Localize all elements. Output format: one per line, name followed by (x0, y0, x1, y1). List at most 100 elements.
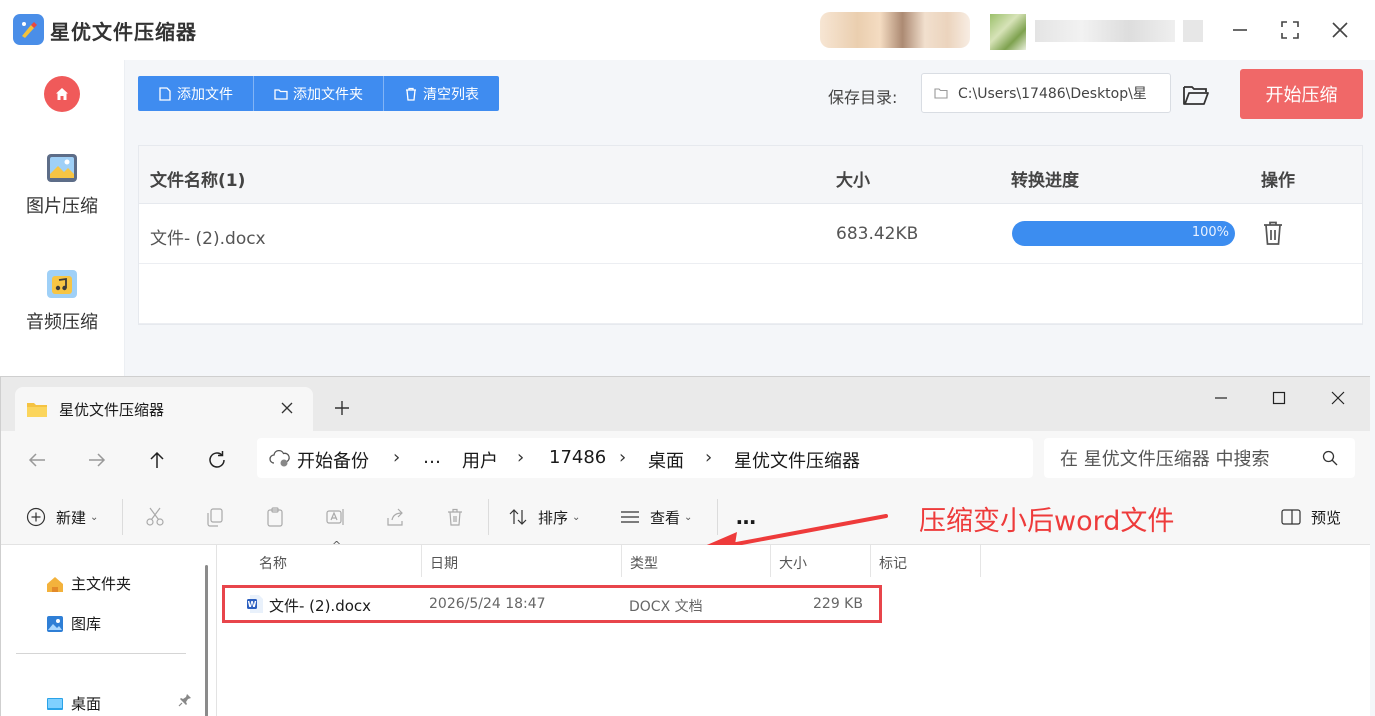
delete-row-icon[interactable] (1261, 220, 1285, 246)
save-dir-input[interactable]: C:\Users\17486\Desktop\星 (921, 73, 1171, 113)
browse-folder-icon[interactable] (1182, 82, 1210, 108)
word-document-icon: W (247, 595, 263, 613)
save-dir-label: 保存目录: (828, 88, 898, 107)
folder-icon (27, 403, 47, 417)
sort-button[interactable]: 排序 ⌄ (507, 505, 580, 529)
nav-label-desktop: 桌面 (71, 695, 102, 713)
fullscreen-button[interactable] (1276, 16, 1304, 44)
app-titlebar: 星优文件压缩器 (0, 0, 1375, 60)
file-icon (159, 86, 171, 101)
col-actions: 操作 (1261, 171, 1295, 191)
clear-list-button[interactable]: 清空列表 (384, 76, 499, 111)
home-icon[interactable] (44, 76, 80, 112)
new-button[interactable]: 新建 ⌄ (25, 505, 98, 529)
progress-label: 100% (1191, 225, 1229, 240)
preview-button[interactable]: 预览 (1280, 505, 1341, 529)
start-compress-button[interactable]: 开始压缩 (1240, 69, 1363, 119)
view-icon (621, 511, 639, 523)
add-folder-button[interactable]: 添加文件夹 (254, 76, 384, 111)
blurred-extra (1183, 20, 1203, 42)
explorer-maximize-button[interactable] (1264, 383, 1294, 413)
new-tab-icon[interactable] (331, 397, 353, 419)
paste-button[interactable] (264, 505, 286, 529)
explorer-tab-title: 星优文件压缩器 (59, 401, 165, 419)
nav-item-home[interactable]: 主文件夹 (45, 573, 131, 594)
nav-separator (16, 653, 186, 654)
minimize-button[interactable] (1226, 16, 1254, 44)
table-row[interactable]: 文件- (2).docx 683.42KB 100% (139, 204, 1362, 264)
back-arrow-icon[interactable] (25, 448, 49, 472)
breadcrumb-sep: › (619, 447, 627, 468)
clear-list-label: 清空列表 (423, 86, 479, 103)
forward-arrow-icon[interactable] (85, 448, 109, 472)
sidebar-item-image-compress[interactable]: 图片压缩 (0, 150, 124, 218)
explorer-window: 星优文件压缩器 开始备份 › … 用户 › 17486 › 桌面 › 星优文件压… (0, 376, 1370, 716)
clipboard-icon (267, 507, 283, 527)
explorer-close-button[interactable] (1323, 383, 1353, 413)
col-header-name[interactable]: 名称 (251, 545, 422, 577)
breadcrumb-desktop[interactable]: 桌面 (648, 447, 684, 473)
sidebar-item-audio-compress[interactable]: 音频压缩 (0, 266, 124, 334)
breadcrumb-users[interactable]: 用户 (462, 447, 498, 473)
delete-button[interactable] (444, 505, 466, 529)
add-file-button[interactable]: 添加文件 (138, 76, 254, 111)
preview-pane-icon (1281, 509, 1301, 525)
search-icon (1322, 450, 1338, 466)
pin-icon[interactable] (178, 693, 192, 707)
nav-pane-scrollbar[interactable] (205, 565, 208, 716)
col-header-tags[interactable]: 标记 (871, 545, 981, 577)
col-filename: 文件名称(1) (150, 171, 246, 191)
rename-icon (326, 509, 344, 525)
add-file-label: 添加文件 (177, 86, 233, 103)
folder-icon (274, 88, 288, 100)
close-button[interactable] (1326, 16, 1354, 44)
breadcrumb-sep: › (705, 447, 713, 468)
add-folder-label: 添加文件夹 (293, 86, 363, 103)
explorer-navbar: 开始备份 › … 用户 › 17486 › 桌面 › 星优文件压缩器 在 星优文… (1, 431, 1370, 489)
table-row-empty (139, 264, 1362, 324)
app-logo-icon (13, 14, 44, 45)
explorer-minimize-button[interactable] (1206, 383, 1236, 413)
search-placeholder: 在 星优文件压缩器 中搜索 (1060, 449, 1270, 470)
blurred-avatar (820, 12, 970, 48)
breadcrumb-sep: › (517, 447, 525, 468)
cloud-backup-icon (269, 449, 290, 467)
home-icon (47, 576, 63, 592)
breadcrumb-more[interactable]: … (423, 447, 441, 468)
breadcrumb-current-folder[interactable]: 星优文件压缩器 (734, 447, 860, 473)
gallery-icon (47, 615, 63, 632)
nav-item-desktop[interactable]: 桌面 (45, 693, 101, 714)
cut-button[interactable] (144, 505, 166, 529)
scissors-icon (146, 507, 164, 526)
save-dir-value: C:\Users\17486\Desktop\星 (958, 86, 1147, 102)
nav-label-gallery: 图库 (71, 615, 102, 633)
svg-text:W: W (248, 600, 257, 609)
col-header-date[interactable]: 日期 (422, 545, 622, 577)
file-date: 2026/5/24 18:47 (429, 596, 546, 612)
file-list-item[interactable]: W 文件- (2).docx 2026/5/24 18:47 DOCX 文档 2… (222, 585, 882, 623)
table-header: 文件名称(1) 大小 转换进度 操作 (139, 146, 1362, 204)
desktop-icon (47, 697, 63, 710)
explorer-tab[interactable]: 星优文件压缩器 (15, 387, 313, 431)
breadcrumb-backup[interactable]: 开始备份 (297, 447, 369, 473)
share-button[interactable] (384, 505, 406, 529)
copy-button[interactable] (204, 505, 226, 529)
file-button-group: 添加文件 添加文件夹 清空列表 (138, 76, 499, 111)
nav-item-gallery[interactable]: 图库 (45, 613, 101, 634)
new-label: 新建 (56, 508, 87, 527)
breadcrumb-user-id[interactable]: 17486 (549, 447, 606, 468)
close-tab-icon[interactable] (277, 398, 297, 418)
annotation-text: 压缩变小后word文件 (919, 506, 1175, 537)
rename-button[interactable] (324, 505, 346, 529)
nav-label-home: 主文件夹 (71, 575, 132, 593)
refresh-icon[interactable] (205, 448, 229, 472)
col-header-size[interactable]: 大小 (771, 545, 871, 577)
col-header-type[interactable]: 类型 (622, 545, 771, 577)
address-bar[interactable]: 开始备份 › … 用户 › 17486 › 桌面 › 星优文件压缩器 (257, 438, 1033, 478)
up-arrow-icon[interactable] (145, 448, 169, 472)
col-size: 大小 (836, 171, 870, 191)
search-input[interactable]: 在 星优文件压缩器 中搜索 (1044, 438, 1355, 478)
trash-icon (406, 87, 416, 101)
file-size: 229 KB (813, 596, 863, 612)
chevron-down-icon: ⌄ (90, 511, 99, 523)
